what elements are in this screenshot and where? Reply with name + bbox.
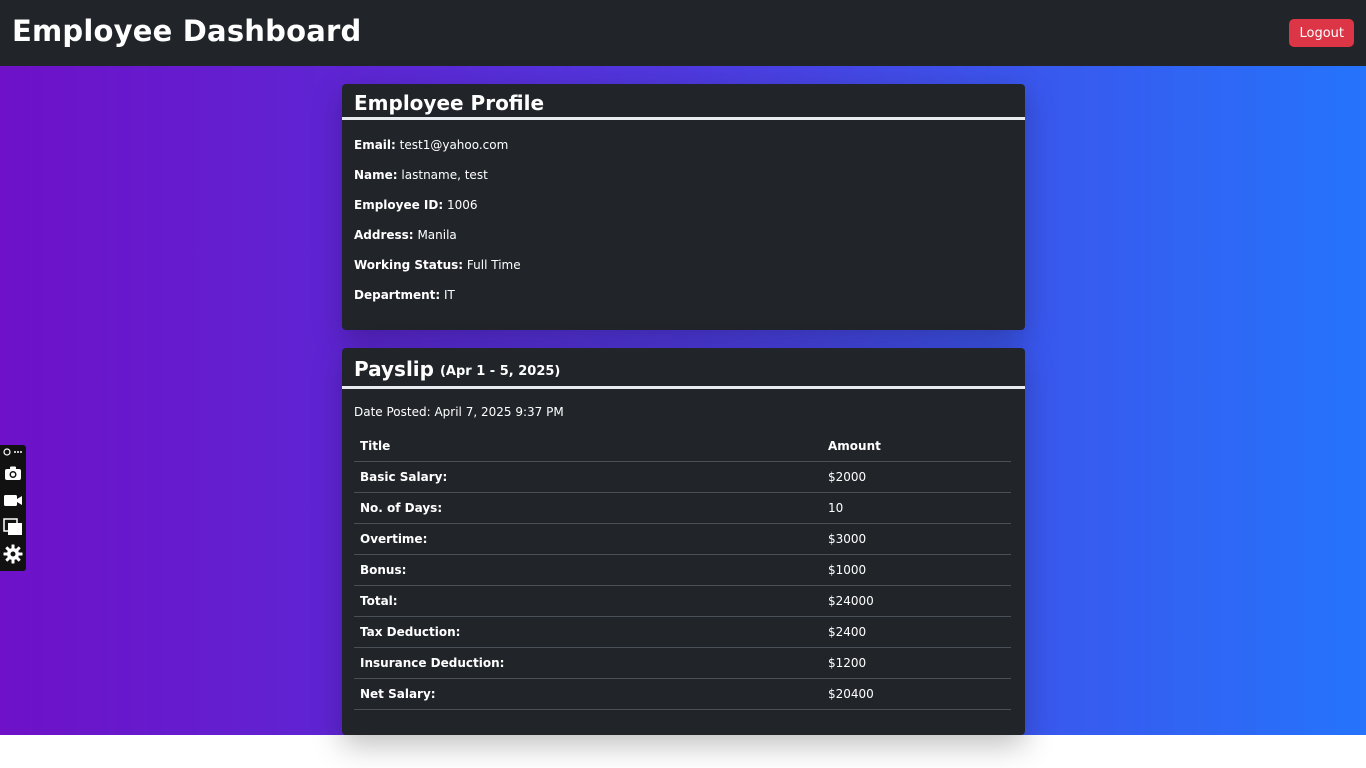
profile-card: Employee Profile Email: test1@yahoo.com … [342, 84, 1025, 330]
field-label: Employee ID: [354, 198, 444, 212]
profile-field-address: Address: Manila [354, 224, 1013, 254]
row-title: Net Salary: [354, 678, 822, 710]
row-title: Overtime: [354, 523, 822, 555]
table-row: Total: $24000 [354, 585, 1011, 617]
profile-card-header: Employee Profile [342, 84, 1025, 120]
camera-icon[interactable] [0, 459, 26, 486]
profile-field-name: Name: lastname, test [354, 164, 1013, 194]
field-label: Working Status: [354, 258, 464, 272]
row-amount: $3000 [822, 523, 1011, 555]
payslip-card-body: Date Posted: April 7, 2025 9:37 PM Title… [342, 389, 1025, 720]
profile-card-title: Employee Profile [354, 90, 545, 115]
column-header-title: Title [354, 431, 822, 462]
table-row: Overtime: $3000 [354, 523, 1011, 555]
floating-side-toolbar [0, 445, 26, 571]
row-title: Insurance Deduction: [354, 647, 822, 679]
top-navbar: Employee Dashboard Logout [0, 0, 1366, 66]
table-row: Net Salary: $20400 [354, 678, 1011, 710]
field-label: Department: [354, 288, 441, 302]
row-title: Basic Salary: [354, 461, 822, 493]
row-title: Bonus: [354, 554, 822, 586]
row-amount: $20400 [822, 678, 1011, 710]
row-amount: $2000 [822, 461, 1011, 493]
table-row: Bonus: $1000 [354, 554, 1011, 586]
row-amount: 10 [822, 492, 1011, 524]
payslip-table: Title Amount Basic Salary: $2000 No. of … [354, 431, 1011, 710]
field-label: Email: [354, 138, 396, 152]
field-value: IT [444, 288, 455, 302]
app-title: Employee Dashboard [12, 14, 362, 48]
gear-icon[interactable] [0, 540, 26, 567]
row-amount: $1200 [822, 647, 1011, 679]
field-value: 1006 [446, 198, 478, 212]
row-title: Tax Deduction: [354, 616, 822, 648]
video-camera-icon[interactable] [0, 486, 26, 513]
table-row: No. of Days: 10 [354, 492, 1011, 524]
field-value: test1@yahoo.com [399, 138, 509, 152]
payslip-period: (Apr 1 - 5, 2025) [439, 363, 561, 379]
profile-field-email: Email: test1@yahoo.com [354, 134, 1013, 164]
payslip-card: Payslip (Apr 1 - 5, 2025) Date Posted: A… [342, 348, 1025, 735]
field-value: Manila [417, 228, 457, 242]
payslip-card-title: Payslip [354, 357, 434, 381]
logout-button[interactable]: Logout [1289, 19, 1354, 47]
profile-field-department: Department: IT [354, 284, 1013, 314]
row-title: No. of Days: [354, 492, 822, 524]
field-value: lastname, test [401, 168, 488, 182]
table-row: Basic Salary: $2000 [354, 461, 1011, 493]
row-title: Total: [354, 585, 822, 617]
profile-field-working-status: Working Status: Full Time [354, 254, 1013, 284]
date-posted: Date Posted: April 7, 2025 9:37 PM [354, 405, 564, 419]
copy-icon[interactable] [0, 513, 26, 540]
row-amount: $2400 [822, 616, 1011, 648]
profile-card-body: Email: test1@yahoo.com Name: lastname, t… [342, 120, 1025, 324]
column-header-amount: Amount [822, 431, 1011, 462]
field-label: Name: [354, 168, 398, 182]
table-row: Tax Deduction: $2400 [354, 616, 1011, 648]
table-row: Insurance Deduction: $1200 [354, 647, 1011, 679]
row-amount: $24000 [822, 585, 1011, 617]
payslip-card-header: Payslip (Apr 1 - 5, 2025) [342, 348, 1025, 389]
table-header-row: Title Amount [354, 431, 1011, 462]
row-amount: $1000 [822, 554, 1011, 586]
profile-field-employee-id: Employee ID: 1006 [354, 194, 1013, 224]
field-value: Full Time [466, 258, 521, 272]
toolbar-menu-icon[interactable] [0, 445, 26, 459]
field-label: Address: [354, 228, 414, 242]
